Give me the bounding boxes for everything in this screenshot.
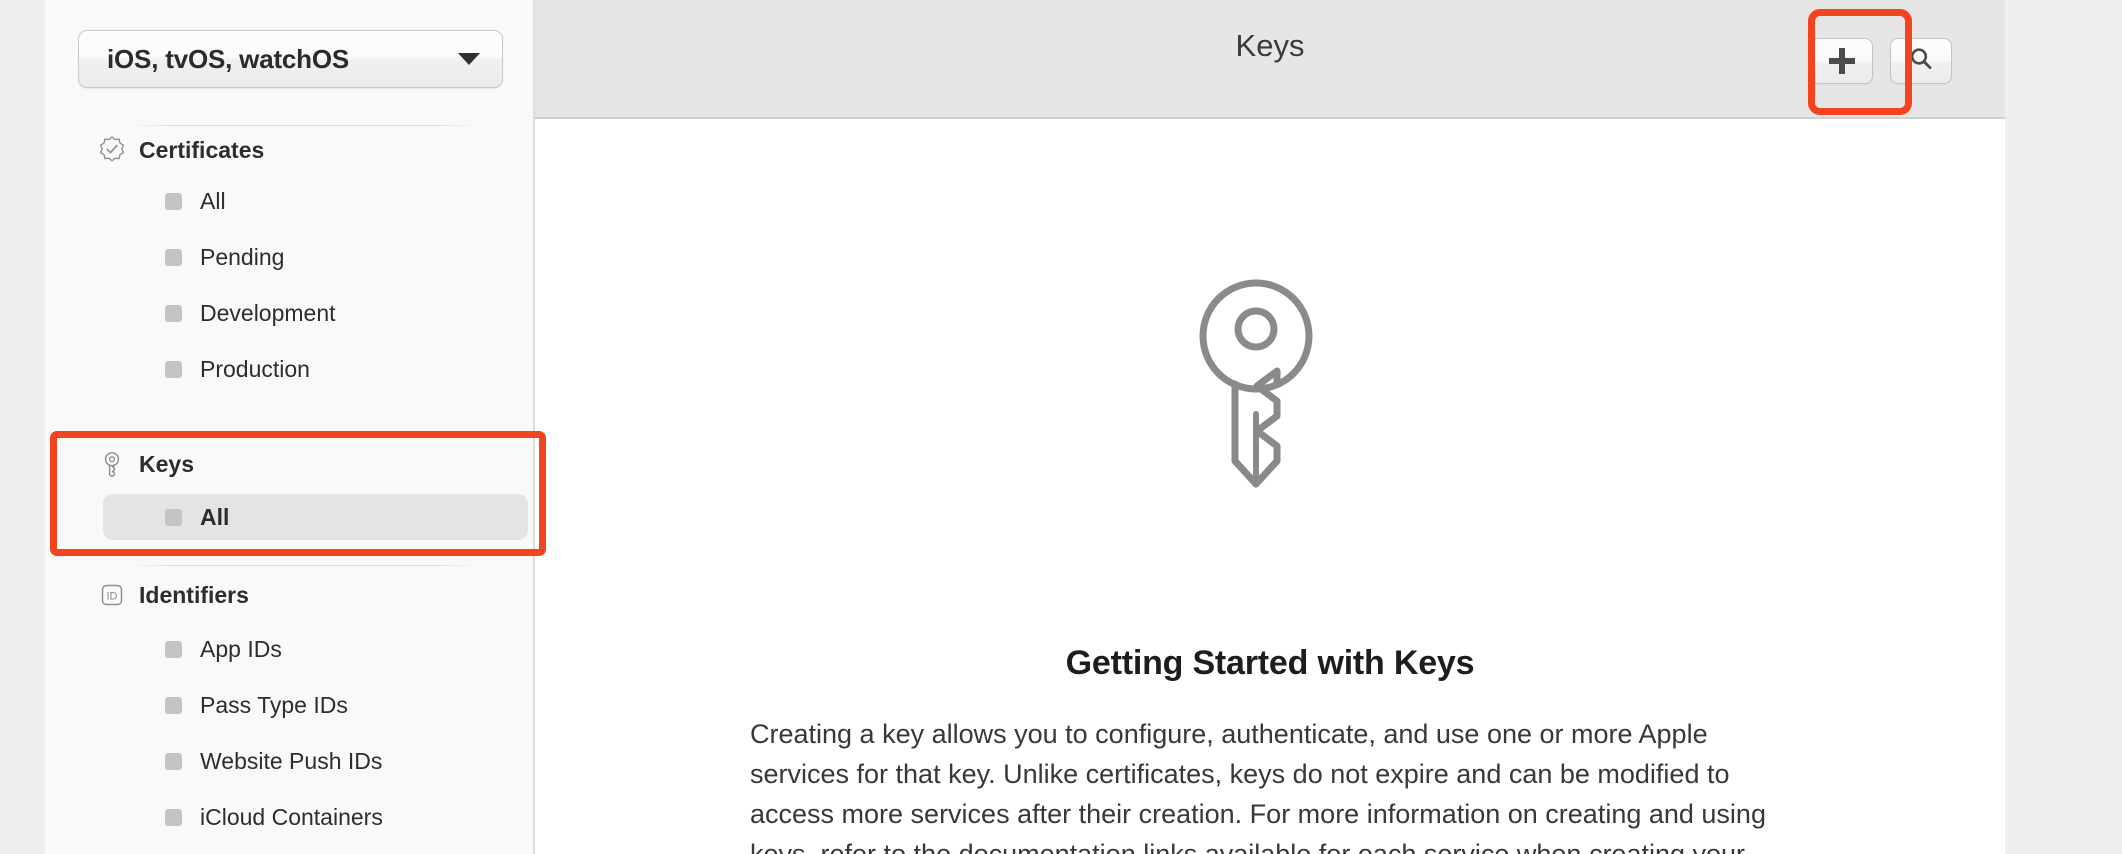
page-title: Keys bbox=[1235, 28, 1305, 63]
sidebar-item-certificates-pending[interactable]: Pending bbox=[103, 234, 528, 280]
sidebar-item-icloud-containers[interactable]: iCloud Containers bbox=[103, 794, 528, 840]
sidebar-divider-keys bbox=[127, 565, 481, 566]
chevron-down-icon bbox=[458, 53, 480, 65]
sidebar-group-keys[interactable]: Keys bbox=[97, 447, 194, 481]
sidebar-group-label: Identifiers bbox=[139, 581, 249, 608]
list-bullet-icon bbox=[165, 192, 182, 210]
sidebar-item-certificates-development[interactable]: Development bbox=[103, 290, 528, 336]
sidebar-item-label: All bbox=[200, 503, 230, 530]
sidebar: iOS, tvOS, watchOS Certificates All Pend… bbox=[45, 0, 535, 854]
platform-select-dropdown[interactable]: iOS, tvOS, watchOS bbox=[78, 30, 503, 88]
large-key-icon bbox=[1194, 274, 1346, 494]
search-icon bbox=[1907, 45, 1935, 78]
sidebar-item-label: Production bbox=[200, 355, 310, 382]
sidebar-item-label: Pending bbox=[200, 243, 285, 270]
sidebar-item-label: iCloud Containers bbox=[200, 803, 383, 830]
search-button[interactable] bbox=[1890, 38, 1952, 84]
certificate-seal-icon bbox=[97, 135, 127, 165]
empty-state-body-text: Creating a key allows you to configure, … bbox=[750, 719, 1766, 854]
platform-select-value: iOS, tvOS, watchOS bbox=[107, 43, 350, 74]
empty-state: Getting Started with Keys Creating a key… bbox=[535, 119, 2005, 854]
sidebar-item-label: Pass Type IDs bbox=[200, 691, 348, 718]
app-window: iOS, tvOS, watchOS Certificates All Pend… bbox=[0, 0, 2122, 854]
svg-text:ID: ID bbox=[107, 591, 118, 603]
list-bullet-icon bbox=[165, 248, 182, 266]
plus-icon bbox=[1829, 48, 1855, 74]
sidebar-group-certificates[interactable]: Certificates bbox=[97, 133, 264, 167]
sidebar-item-keys-all[interactable]: All bbox=[103, 494, 528, 540]
sidebar-item-label: App IDs bbox=[200, 635, 282, 662]
sidebar-group-label: Certificates bbox=[139, 136, 265, 163]
main-content: Keys Getting Started with Keys Creating … bbox=[535, 0, 2005, 854]
sidebar-item-certificates-all[interactable]: All bbox=[103, 178, 528, 224]
sidebar-item-pass-type-ids[interactable]: Pass Type IDs bbox=[103, 682, 528, 728]
sidebar-item-label: Development bbox=[200, 299, 336, 326]
list-bullet-icon bbox=[165, 304, 182, 322]
sidebar-divider-top bbox=[127, 125, 481, 126]
add-key-button[interactable] bbox=[1811, 38, 1873, 84]
sidebar-item-certificates-production[interactable]: Production bbox=[103, 346, 528, 392]
list-bullet-icon bbox=[165, 752, 182, 770]
empty-state-title: Getting Started with Keys bbox=[1065, 644, 1475, 682]
list-bullet-icon bbox=[165, 360, 182, 378]
sidebar-item-app-ids[interactable]: App IDs bbox=[103, 626, 528, 672]
sidebar-item-label: Website Push IDs bbox=[200, 747, 383, 774]
list-bullet-icon bbox=[165, 640, 182, 658]
list-bullet-icon bbox=[165, 696, 182, 714]
list-bullet-icon bbox=[165, 508, 182, 526]
id-badge-icon: ID bbox=[97, 580, 127, 610]
empty-state-body: Creating a key allows you to configure, … bbox=[750, 714, 1790, 854]
sidebar-group-label: Keys bbox=[139, 450, 194, 477]
sidebar-item-label: All bbox=[200, 187, 226, 214]
sidebar-group-identifiers[interactable]: ID Identifiers bbox=[97, 578, 249, 612]
list-bullet-icon bbox=[165, 808, 182, 826]
toolbar: Keys bbox=[535, 0, 2005, 119]
key-icon bbox=[97, 449, 127, 479]
sidebar-item-website-push-ids[interactable]: Website Push IDs bbox=[103, 738, 528, 784]
